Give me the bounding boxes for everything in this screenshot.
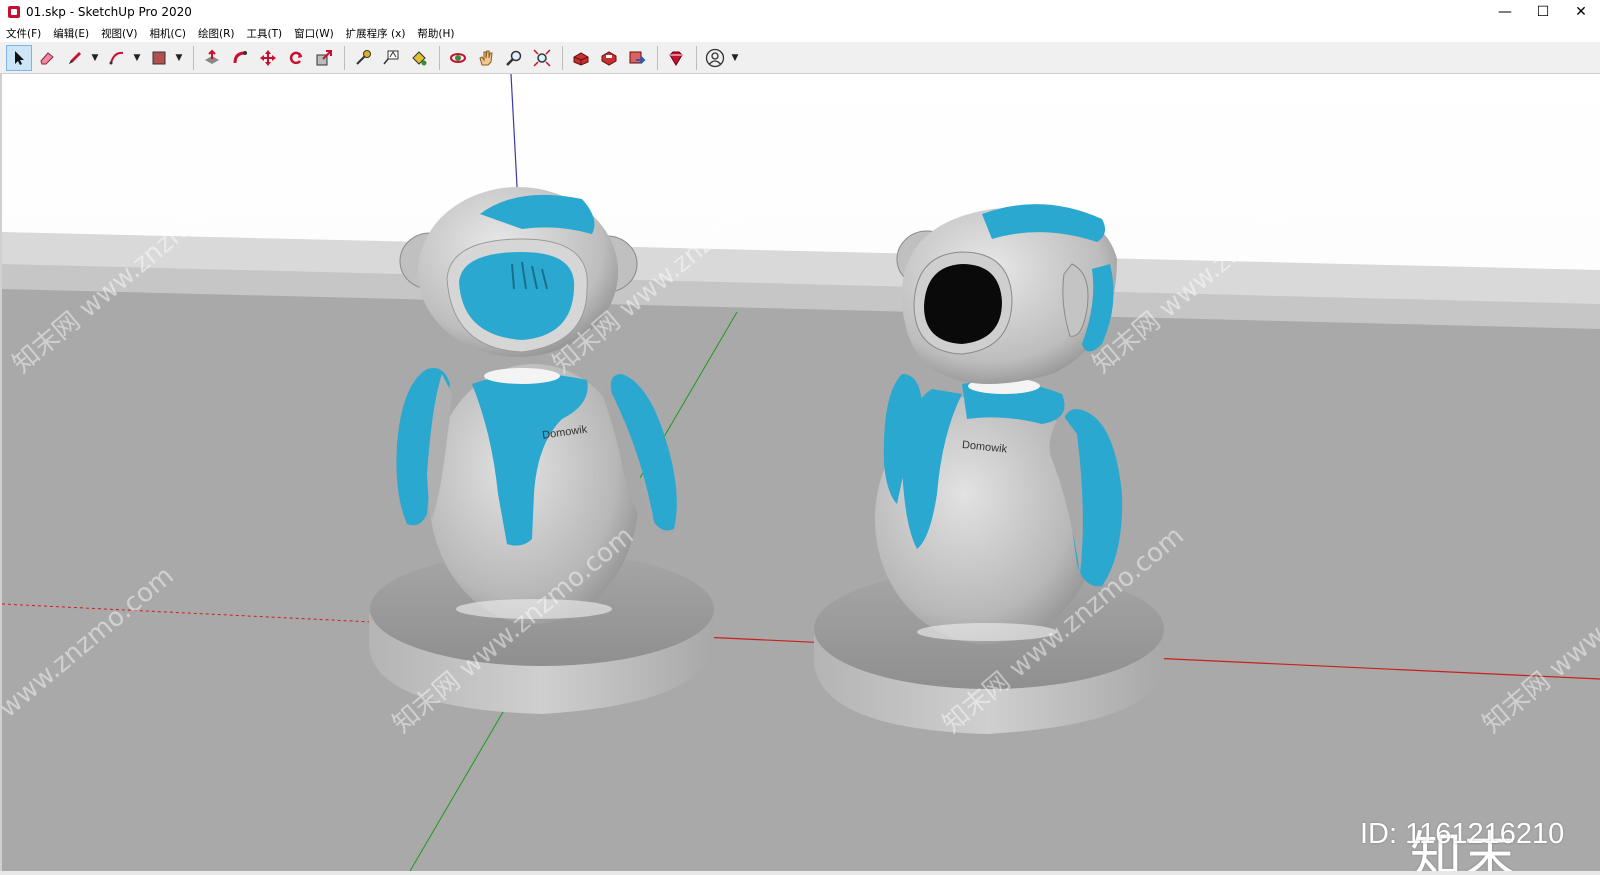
account-dropdown-icon[interactable]: ▼ xyxy=(730,45,740,71)
pencil-dropdown-icon[interactable]: ▼ xyxy=(90,45,100,71)
main-toolbar: ▼ ▼ ▼ ▼ xyxy=(0,42,1600,74)
status-bar xyxy=(0,871,1600,875)
menu-help[interactable]: 帮助(H) xyxy=(411,26,460,41)
toolbar-separator xyxy=(657,45,658,70)
menu-camera[interactable]: 相机(C) xyxy=(143,26,192,41)
zoom-icon xyxy=(506,50,522,66)
extension-warehouse-button[interactable] xyxy=(596,45,622,71)
pencil-icon xyxy=(69,51,81,64)
toolbar-separator xyxy=(439,45,440,70)
extension-warehouse-icon xyxy=(601,50,617,66)
brand-id: ID: 1161216210 xyxy=(1360,818,1565,850)
move-icon xyxy=(260,49,276,66)
close-button[interactable]: ✕ xyxy=(1562,0,1600,24)
eraser-tool-button[interactable] xyxy=(34,45,60,71)
pencil-tool-button[interactable] xyxy=(62,45,88,71)
push-pull-tool-button[interactable] xyxy=(199,45,225,71)
arc-icon xyxy=(109,51,124,64)
eraser-icon xyxy=(40,51,54,64)
rectangle-dropdown-icon[interactable]: ▼ xyxy=(174,45,184,71)
menu-window[interactable]: 窗口(W) xyxy=(288,26,340,41)
scale-tool-button[interactable] xyxy=(311,45,337,71)
zoom-extents-tool-button[interactable] xyxy=(529,45,555,71)
menu-file[interactable]: 文件(F) xyxy=(0,26,47,41)
paint-bucket-tool-button[interactable] xyxy=(406,45,432,71)
menu-bar: 文件(F) 编辑(E) 视图(V) 相机(C) 绘图(R) 工具(T) 窗口(W… xyxy=(0,24,1600,42)
menu-view[interactable]: 视图(V) xyxy=(95,26,143,41)
pan-tool-button[interactable] xyxy=(473,45,499,71)
window-controls: — ☐ ✕ xyxy=(1486,0,1600,24)
sketchup-app-icon xyxy=(8,6,20,18)
rectangle-tool-button[interactable] xyxy=(146,45,172,71)
scale-icon xyxy=(316,49,332,65)
account-icon xyxy=(705,48,725,67)
menu-extensions[interactable]: 扩展程序 (x) xyxy=(340,26,412,41)
zoom-extents-icon xyxy=(533,48,551,67)
maximize-button[interactable]: ☐ xyxy=(1524,0,1562,24)
pan-icon xyxy=(479,50,493,65)
follow-me-tool-button[interactable] xyxy=(227,45,253,71)
model-viewport[interactable]: Domowik Domowik 知末网 www.znzmo.com 知末网 ww… xyxy=(0,74,1600,871)
rotate-icon xyxy=(289,51,303,64)
rotate-tool-button[interactable] xyxy=(283,45,309,71)
window-title: 01.skp - SketchUp Pro 2020 xyxy=(26,5,192,19)
tape-measure-tool-button[interactable] xyxy=(350,45,376,71)
3d-warehouse-button[interactable] xyxy=(568,45,594,71)
ruby-console-button[interactable] xyxy=(663,45,689,71)
toolbar-separator xyxy=(193,45,194,70)
3d-scene: Domowik Domowik 知末网 www.znzmo.com 知末网 ww… xyxy=(2,74,1600,871)
orbit-tool-button[interactable] xyxy=(445,45,471,71)
arc-tool-button[interactable] xyxy=(104,45,130,71)
account-button[interactable] xyxy=(702,45,728,71)
send-to-layout-button[interactable] xyxy=(624,45,650,71)
zoom-tool-button[interactable] xyxy=(501,45,527,71)
ruby-console-icon xyxy=(669,51,683,66)
arc-dropdown-icon[interactable]: ▼ xyxy=(132,45,142,71)
orbit-icon xyxy=(450,52,466,63)
follow-me-icon xyxy=(233,50,247,63)
text-tool-button[interactable] xyxy=(378,45,404,71)
menu-edit[interactable]: 编辑(E) xyxy=(47,26,95,41)
rectangle-icon xyxy=(152,51,166,64)
robot-right-visor xyxy=(924,264,1002,344)
robot-left-neck xyxy=(484,368,560,384)
menu-draw[interactable]: 绘图(R) xyxy=(192,26,241,41)
tape-measure-icon xyxy=(356,49,371,65)
menu-tools[interactable]: 工具(T) xyxy=(240,26,288,41)
warehouse-icon xyxy=(573,51,589,66)
paint-bucket-icon xyxy=(412,50,427,65)
toolbar-separator xyxy=(562,45,563,70)
select-icon xyxy=(15,50,24,65)
text-label-icon xyxy=(383,50,399,64)
push-pull-icon xyxy=(205,49,219,64)
ground-plane xyxy=(2,289,1600,871)
move-tool-button[interactable] xyxy=(255,45,281,71)
title-bar: 01.skp - SketchUp Pro 2020 — ☐ ✕ xyxy=(0,0,1600,24)
toolbar-separator xyxy=(344,45,345,70)
toolbar-separator xyxy=(696,45,697,70)
minimize-button[interactable]: — xyxy=(1486,0,1524,24)
send-to-layout-icon xyxy=(629,51,646,64)
select-tool-button[interactable] xyxy=(6,44,32,71)
